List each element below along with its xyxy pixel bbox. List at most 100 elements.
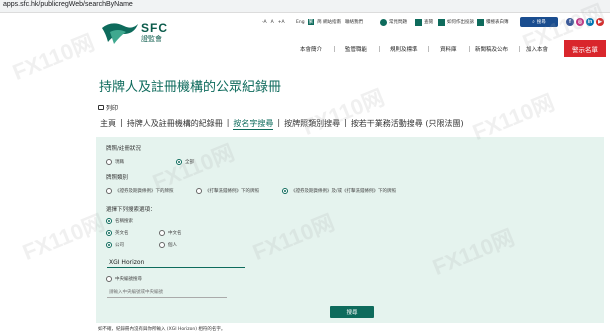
licence-sfo-option[interactable]: 《證券及期貨條例》下的牌照 xyxy=(106,188,174,194)
facebook-icon[interactable]: f xyxy=(566,18,574,26)
printer-icon xyxy=(98,105,104,110)
licence-both-label: 《證券及期貨條例》及/或《打擊洗錢條例》下的牌照 xyxy=(291,189,397,194)
nav-divider xyxy=(519,46,520,52)
faq-icon xyxy=(380,18,387,26)
radio-sfo[interactable] xyxy=(106,188,112,194)
lang-simplified[interactable]: 简 xyxy=(317,19,322,25)
tab-search-by-licence[interactable]: 按牌照類別搜尋 xyxy=(284,118,340,130)
faq-pill[interactable]: 常見問題 xyxy=(380,17,407,27)
licence-amlo-option[interactable]: 《打擊洗錢條例》下的牌照 xyxy=(196,188,259,194)
status-current-label: 現職 xyxy=(115,160,124,165)
english-name-label: 英文名 xyxy=(115,231,129,236)
ce-search-option[interactable]: 中央編號搜尋 xyxy=(106,276,142,282)
font-increase-button[interactable]: +A xyxy=(278,20,285,25)
nav-careers[interactable]: 加入本會 xyxy=(526,44,548,54)
radio-all[interactable] xyxy=(176,159,182,165)
enquiry-label: 查閱 xyxy=(424,20,433,25)
licence-type-label: 牌照類別 xyxy=(106,175,129,181)
sitemap-link[interactable]: 網站指南 xyxy=(323,17,341,27)
watermark: FX110网 xyxy=(8,29,98,86)
complaint-label: 如何作出投訴 xyxy=(447,20,474,25)
complaint-icon xyxy=(438,18,445,26)
crumb-separator: | xyxy=(120,118,123,127)
sfc-logo-icon[interactable] xyxy=(100,18,140,48)
search-submit-button[interactable]: 搜尋 xyxy=(330,306,374,318)
search-by-name-option[interactable]: 名稱搜索 xyxy=(106,218,133,224)
youtube-icon[interactable]: ▶ xyxy=(596,18,604,26)
radio-amlo[interactable] xyxy=(196,188,202,194)
name-search-input[interactable] xyxy=(107,258,245,268)
watermark: FX110网 xyxy=(298,84,388,141)
nav-divider xyxy=(469,46,470,52)
radio-by-name[interactable] xyxy=(106,218,112,224)
status-all-label: 全部 xyxy=(185,160,194,165)
chinese-name-label: 中文名 xyxy=(168,231,182,236)
radio-current[interactable] xyxy=(106,159,112,165)
radio-english[interactable] xyxy=(106,230,112,236)
radio-ce[interactable] xyxy=(106,276,112,282)
licence-both-option[interactable]: 《證券及期貨條例》及/或《打擊洗錢條例》下的牌照 xyxy=(282,188,396,194)
contact-link[interactable]: 聯絡我們 xyxy=(345,17,363,27)
enquiry-pill[interactable]: 查閱 xyxy=(415,17,433,27)
status-label: 牌照/註冊狀況 xyxy=(106,146,141,152)
individual-option[interactable]: 個人 xyxy=(159,242,177,248)
nav-rules[interactable]: 規則及標準 xyxy=(390,44,418,54)
crumb-separator: | xyxy=(277,118,281,127)
nav-about[interactable]: 本會簡介 xyxy=(300,44,322,54)
crumb-register[interactable]: 持牌人及註冊機構的紀錄冊 xyxy=(127,118,223,130)
tab-search-by-name[interactable]: 按名字搜尋 xyxy=(233,118,274,130)
browser-address-bar[interactable]: apps.sfc.hk/publicregWeb/searchByName xyxy=(0,0,610,13)
status-all-option[interactable]: 全部 xyxy=(176,159,194,165)
status-current-option[interactable]: 現職 xyxy=(106,159,124,165)
print-label: 列印 xyxy=(106,105,119,112)
individual-label: 個人 xyxy=(168,243,177,248)
search-options-label: 選擇下列搜索選項： xyxy=(106,207,156,213)
language-switcher: Eng 繁 简 xyxy=(296,17,322,27)
lock-icon xyxy=(415,18,422,26)
watermark: FX110网 xyxy=(18,209,108,266)
ce-number-input[interactable] xyxy=(107,288,227,298)
radio-corporation[interactable] xyxy=(106,242,112,248)
instagram-icon[interactable]: ◎ xyxy=(576,18,584,26)
tab-search-by-activity[interactable]: 按若干業務活動搜尋 (只限法團) xyxy=(351,118,464,130)
font-decrease-button[interactable]: -A xyxy=(262,20,267,25)
crumb-separator: | xyxy=(344,118,347,127)
chinese-name-option[interactable]: 中文名 xyxy=(159,230,182,236)
url-text[interactable]: apps.sfc.hk/publicregWeb/searchByName xyxy=(3,1,133,8)
radio-chinese[interactable] xyxy=(159,230,165,236)
logo-title: SFC xyxy=(141,21,168,35)
nav-divider xyxy=(428,46,429,52)
faq-label: 常見問題 xyxy=(389,20,407,25)
nav-database[interactable]: 資料庫 xyxy=(440,44,457,54)
nav-divider xyxy=(334,46,335,52)
search-by-name-label: 名稱搜索 xyxy=(115,219,133,224)
list-icon xyxy=(477,18,484,26)
crumb-home[interactable]: 主頁 xyxy=(100,118,116,130)
font-normal-button[interactable]: A xyxy=(271,20,274,25)
licence-amlo-label: 《打擊洗錢條例》下的牌照 xyxy=(205,189,259,194)
linkedin-icon[interactable]: in xyxy=(586,18,594,26)
alert-list-pill[interactable]: 積極表白簿 xyxy=(477,17,509,27)
alert-list-button[interactable]: 警示名單 xyxy=(564,40,606,57)
radio-individual[interactable] xyxy=(159,242,165,248)
print-link[interactable]: 列印 xyxy=(98,103,118,112)
ce-search-label: 中央編號搜尋 xyxy=(115,277,142,282)
site-search-button[interactable]: ⌕ 搜尋 xyxy=(520,17,558,27)
nav-news[interactable]: 新聞稿及公布 xyxy=(475,44,508,54)
crumb-separator: | xyxy=(226,118,230,127)
search-icon: ⌕ xyxy=(532,20,535,25)
breadcrumb: 主頁 | 持牌人及註冊機構的紀錄冊 | 按名字搜尋 | 按牌照類別搜尋 | 按若… xyxy=(100,118,464,130)
nav-divider xyxy=(379,46,380,52)
lang-traditional[interactable]: 繁 xyxy=(307,19,315,25)
corporation-label: 公司 xyxy=(115,243,124,248)
site-search-label: 搜尋 xyxy=(536,20,546,25)
radio-both[interactable] xyxy=(282,188,288,194)
logo-subtitle: 證監會 xyxy=(141,35,162,43)
complaint-pill[interactable]: 如何作出投訴 xyxy=(438,17,474,27)
english-name-option[interactable]: 英文名 xyxy=(106,230,129,236)
no-results-message: 如不確，紀錄冊內沒有與你所輸入 (XGI Horizon) 相符的名字。 xyxy=(98,327,226,332)
lang-english[interactable]: Eng xyxy=(296,20,305,25)
corporation-option[interactable]: 公司 xyxy=(106,242,124,248)
nav-regulatory[interactable]: 監管職能 xyxy=(345,44,367,54)
font-size-controls: -A A +A xyxy=(262,17,285,27)
